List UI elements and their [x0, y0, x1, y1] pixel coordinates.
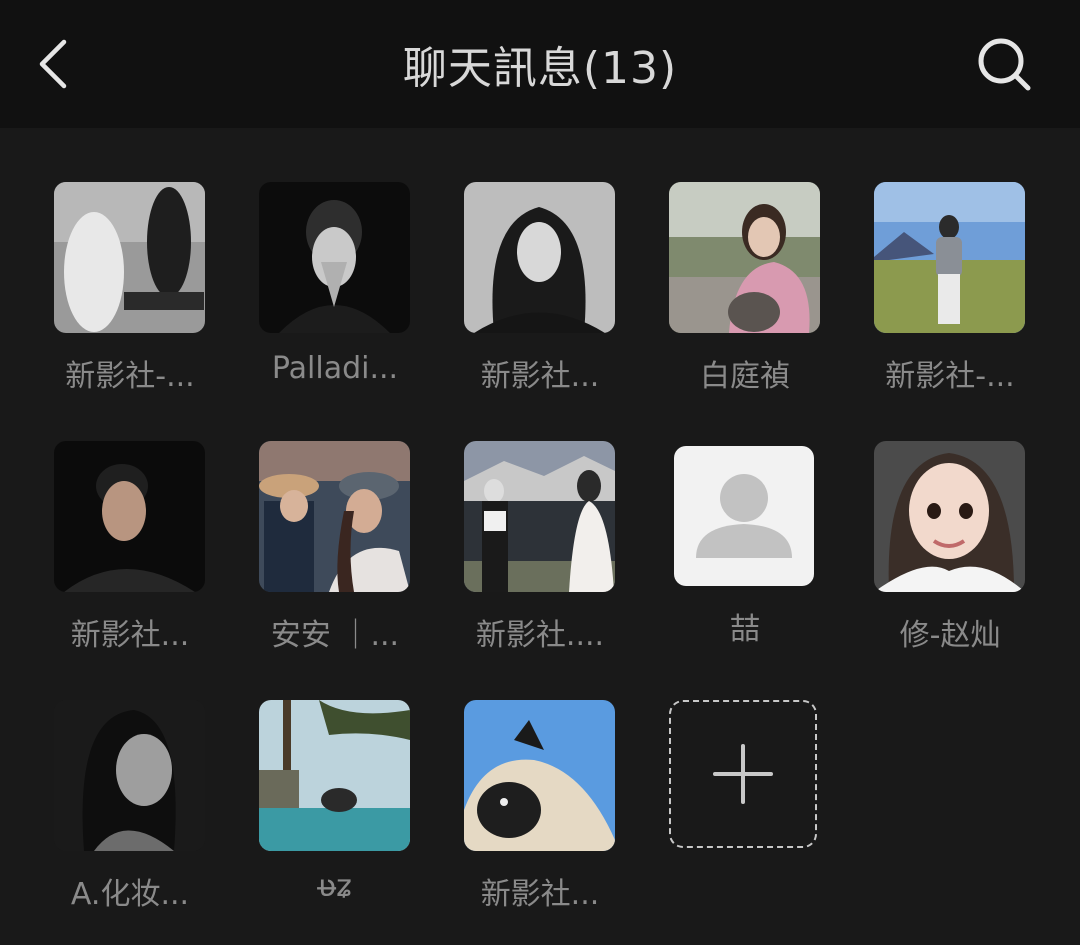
plus-icon: [713, 744, 773, 804]
avatar: [54, 441, 205, 592]
member-name: 新影社....: [475, 618, 605, 653]
member-name: 新影社...: [480, 359, 600, 394]
avatar: [874, 182, 1025, 333]
member-item[interactable]: 白庭禎: [669, 182, 820, 395]
person-placeholder-icon: [696, 474, 792, 558]
member-name: 喆: [730, 612, 760, 647]
member-name: 新影社-...: [65, 359, 195, 394]
avatar: [259, 441, 410, 592]
member-item[interactable]: 安安 ｜...: [259, 441, 410, 654]
avatar: [874, 441, 1025, 592]
member-name: 修-赵灿: [899, 618, 1001, 653]
member-item[interactable]: 新影社-...: [54, 182, 205, 395]
member-item[interactable]: 新影社...: [464, 182, 615, 395]
chat-info-screen: 聊天訊息(13) 新影社-... Palladi... 新影社... 白庭禎 新…: [0, 0, 1080, 945]
page-title: 聊天訊息(13): [402, 43, 678, 94]
member-name: 新影社...: [480, 877, 600, 912]
avatar: [259, 700, 410, 851]
member-name: 白庭禎: [700, 359, 790, 394]
avatar: [259, 182, 410, 333]
member-item[interactable]: 新影社-...: [874, 182, 1025, 395]
member-name: 安安 ｜...: [270, 618, 400, 653]
chevron-left-icon: [39, 39, 67, 89]
member-item[interactable]: 新影社...: [464, 700, 615, 913]
search-button[interactable]: [970, 30, 1038, 98]
member-name: A.化妆...: [70, 877, 190, 912]
search-icon: [978, 38, 1031, 91]
avatar: [54, 700, 205, 851]
member-item[interactable]: A.化妆...: [54, 700, 205, 913]
top-bar: 聊天訊息(13): [0, 0, 1080, 128]
member-item[interactable]: 喆: [669, 441, 820, 648]
member-item[interactable]: 新影社...: [54, 441, 205, 654]
avatar: [464, 700, 615, 851]
member-name: 新影社...: [70, 618, 190, 653]
default-avatar: [674, 446, 814, 586]
member-item[interactable]: ʋ̶ʑ: [259, 700, 410, 904]
add-member-box: [669, 700, 817, 848]
member-name: Palladi...: [271, 351, 399, 386]
add-member-button[interactable]: [669, 700, 820, 848]
avatar: [669, 182, 820, 333]
member-item[interactable]: Palladi...: [259, 182, 410, 386]
back-button[interactable]: [22, 28, 86, 100]
member-name: ʋ̶ʑ: [318, 869, 352, 904]
member-item[interactable]: 修-赵灿: [874, 441, 1025, 654]
avatar: [464, 441, 615, 592]
avatar: [464, 182, 615, 333]
avatar: [54, 182, 205, 333]
member-name: 新影社-...: [885, 359, 1015, 394]
member-item[interactable]: 新影社....: [464, 441, 615, 654]
